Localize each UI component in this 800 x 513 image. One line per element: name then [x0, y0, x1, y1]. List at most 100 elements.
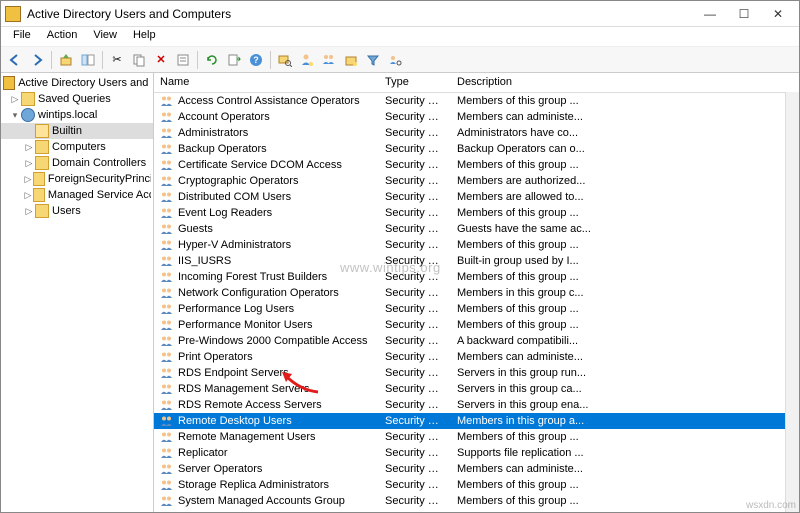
- row-name: Certificate Service DCOM Access: [178, 159, 342, 171]
- column-name[interactable]: Name: [154, 73, 379, 92]
- row-type: Security Group...: [379, 447, 451, 459]
- list-row[interactable]: Hyper-V AdministratorsSecurity Group...M…: [154, 237, 799, 253]
- row-name: Hyper-V Administrators: [178, 239, 291, 251]
- export-list-icon[interactable]: [224, 50, 244, 70]
- toolbar: ✂ ✕ ?: [1, 47, 799, 73]
- filter-icon[interactable]: [363, 50, 383, 70]
- list-row[interactable]: Backup OperatorsSecurity Group...Backup …: [154, 141, 799, 157]
- cut-icon[interactable]: ✂: [107, 50, 127, 70]
- list-row[interactable]: Terminal Server License ServersSecurity …: [154, 509, 799, 512]
- list-row[interactable]: Distributed COM UsersSecurity Group...Me…: [154, 189, 799, 205]
- list-row[interactable]: Network Configuration OperatorsSecurity …: [154, 285, 799, 301]
- list-row[interactable]: RDS Management ServersSecurity Group...S…: [154, 381, 799, 397]
- find-icon[interactable]: [275, 50, 295, 70]
- tree-item-managed-service-accoun[interactable]: ▷Managed Service Accoun: [1, 187, 153, 203]
- tree-item-foreignsecurityprincipals[interactable]: ▷ForeignSecurityPrincipals: [1, 171, 153, 187]
- group-icon: [160, 511, 174, 512]
- list-row[interactable]: Server OperatorsSecurity Group...Members…: [154, 461, 799, 477]
- row-type: Security Group...: [379, 255, 451, 267]
- row-desc: Members of this group ...: [451, 303, 799, 315]
- forward-button[interactable]: [27, 50, 47, 70]
- list-row[interactable]: IIS_IUSRS Security Group...Built-in group…: [154, 253, 799, 269]
- tree-root[interactable]: Active Directory Users and Com: [1, 75, 153, 91]
- menu-action[interactable]: Action: [39, 27, 86, 46]
- app-icon: [5, 6, 21, 22]
- menu-file[interactable]: File: [5, 27, 39, 46]
- tree-domain[interactable]: ▾wintips.local: [1, 107, 153, 123]
- titlebar: Active Directory Users and Computers — ☐…: [1, 1, 799, 27]
- list-row[interactable]: Event Log ReadersSecurity Group...Member…: [154, 205, 799, 221]
- copy-icon[interactable]: [129, 50, 149, 70]
- tree-item-users[interactable]: ▷Users: [1, 203, 153, 219]
- up-button[interactable]: [56, 50, 76, 70]
- row-name: Print Operators: [178, 351, 253, 363]
- group-icon: [160, 287, 174, 299]
- row-type: Security Group...: [379, 223, 451, 235]
- tree-saved-queries[interactable]: ▷Saved Queries: [1, 91, 153, 107]
- list-row[interactable]: Remote Desktop UsersSecurity Group...Mem…: [154, 413, 799, 429]
- new-user-icon[interactable]: [297, 50, 317, 70]
- list-row[interactable]: Account OperatorsSecurity Group...Member…: [154, 109, 799, 125]
- tree-item-domain-controllers[interactable]: ▷Domain Controllers: [1, 155, 153, 171]
- row-name: IIS_IUSRS: [178, 255, 231, 267]
- list-row[interactable]: RDS Remote Access ServersSecurity Group.…: [154, 397, 799, 413]
- row-desc: Members of this group ...: [451, 207, 799, 219]
- row-desc: Members in this group a...: [451, 415, 799, 427]
- row-type: Security Group...: [379, 431, 451, 443]
- list-row[interactable]: Incoming Forest Trust BuildersSecurity G…: [154, 269, 799, 285]
- list-row[interactable]: Print OperatorsSecurity Group...Members …: [154, 349, 799, 365]
- group-icon: [160, 111, 174, 123]
- list-row[interactable]: Access Control Assistance OperatorsSecur…: [154, 93, 799, 109]
- list-row[interactable]: System Managed Accounts GroupSecurity Gr…: [154, 493, 799, 509]
- row-type: Security Group...: [379, 271, 451, 283]
- delete-icon[interactable]: ✕: [151, 50, 171, 70]
- properties-icon[interactable]: [173, 50, 193, 70]
- row-type: Security Group...: [379, 239, 451, 251]
- list-row[interactable]: Cryptographic OperatorsSecurity Group...…: [154, 173, 799, 189]
- refresh-icon[interactable]: [202, 50, 222, 70]
- group-icon: [160, 351, 174, 363]
- tree-item-builtin[interactable]: Builtin: [1, 123, 153, 139]
- group-icon: [160, 255, 174, 267]
- new-ou-icon[interactable]: [341, 50, 361, 70]
- row-name: Distributed COM Users: [178, 191, 291, 203]
- row-desc: Built-in group used by I...: [451, 255, 799, 267]
- new-group-icon[interactable]: [319, 50, 339, 70]
- list-row[interactable]: Performance Monitor UsersSecurity Group.…: [154, 317, 799, 333]
- show-hide-tree-button[interactable]: [78, 50, 98, 70]
- row-name: Performance Monitor Users: [178, 319, 313, 331]
- help-icon[interactable]: ?: [246, 50, 266, 70]
- list-row[interactable]: Performance Log UsersSecurity Group...Me…: [154, 301, 799, 317]
- menu-view[interactable]: View: [85, 27, 125, 46]
- tree-pane[interactable]: Active Directory Users and Com ▷Saved Qu…: [1, 73, 154, 512]
- list-row[interactable]: AdministratorsSecurity Group...Administr…: [154, 125, 799, 141]
- scrollbar[interactable]: [785, 92, 799, 512]
- back-button[interactable]: [5, 50, 25, 70]
- row-desc: Members of this group ...: [451, 431, 799, 443]
- column-description[interactable]: Description: [451, 73, 799, 92]
- group-icon: [160, 191, 174, 203]
- tree-item-computers[interactable]: ▷Computers: [1, 139, 153, 155]
- list-row[interactable]: Storage Replica AdministratorsSecurity G…: [154, 477, 799, 493]
- column-headers[interactable]: Name Type Description: [154, 73, 799, 93]
- menu-help[interactable]: Help: [125, 27, 164, 46]
- list-row[interactable]: RDS Endpoint ServersSecurity Group...Ser…: [154, 365, 799, 381]
- row-type: Security Group...: [379, 303, 451, 315]
- row-type: Security Group...: [379, 175, 451, 187]
- list-rows[interactable]: Access Control Assistance OperatorsSecur…: [154, 93, 799, 512]
- group-icon: [160, 399, 174, 411]
- list-row[interactable]: Certificate Service DCOM AccessSecurity …: [154, 157, 799, 173]
- list-row[interactable]: Remote Management UsersSecurity Group...…: [154, 429, 799, 445]
- list-row[interactable]: GuestsSecurity Group...Guests have the s…: [154, 221, 799, 237]
- advanced-icon[interactable]: [385, 50, 405, 70]
- row-type: Security Group...: [379, 463, 451, 475]
- row-type: Security Group...: [379, 367, 451, 379]
- list-row[interactable]: ReplicatorSecurity Group...Supports file…: [154, 445, 799, 461]
- minimize-button[interactable]: —: [693, 3, 727, 25]
- svg-text:?: ?: [253, 55, 259, 65]
- list-row[interactable]: Pre-Windows 2000 Compatible AccessSecuri…: [154, 333, 799, 349]
- row-type: Security Group...: [379, 127, 451, 139]
- maximize-button[interactable]: ☐: [727, 3, 761, 25]
- close-button[interactable]: ✕: [761, 3, 795, 25]
- column-type[interactable]: Type: [379, 73, 451, 92]
